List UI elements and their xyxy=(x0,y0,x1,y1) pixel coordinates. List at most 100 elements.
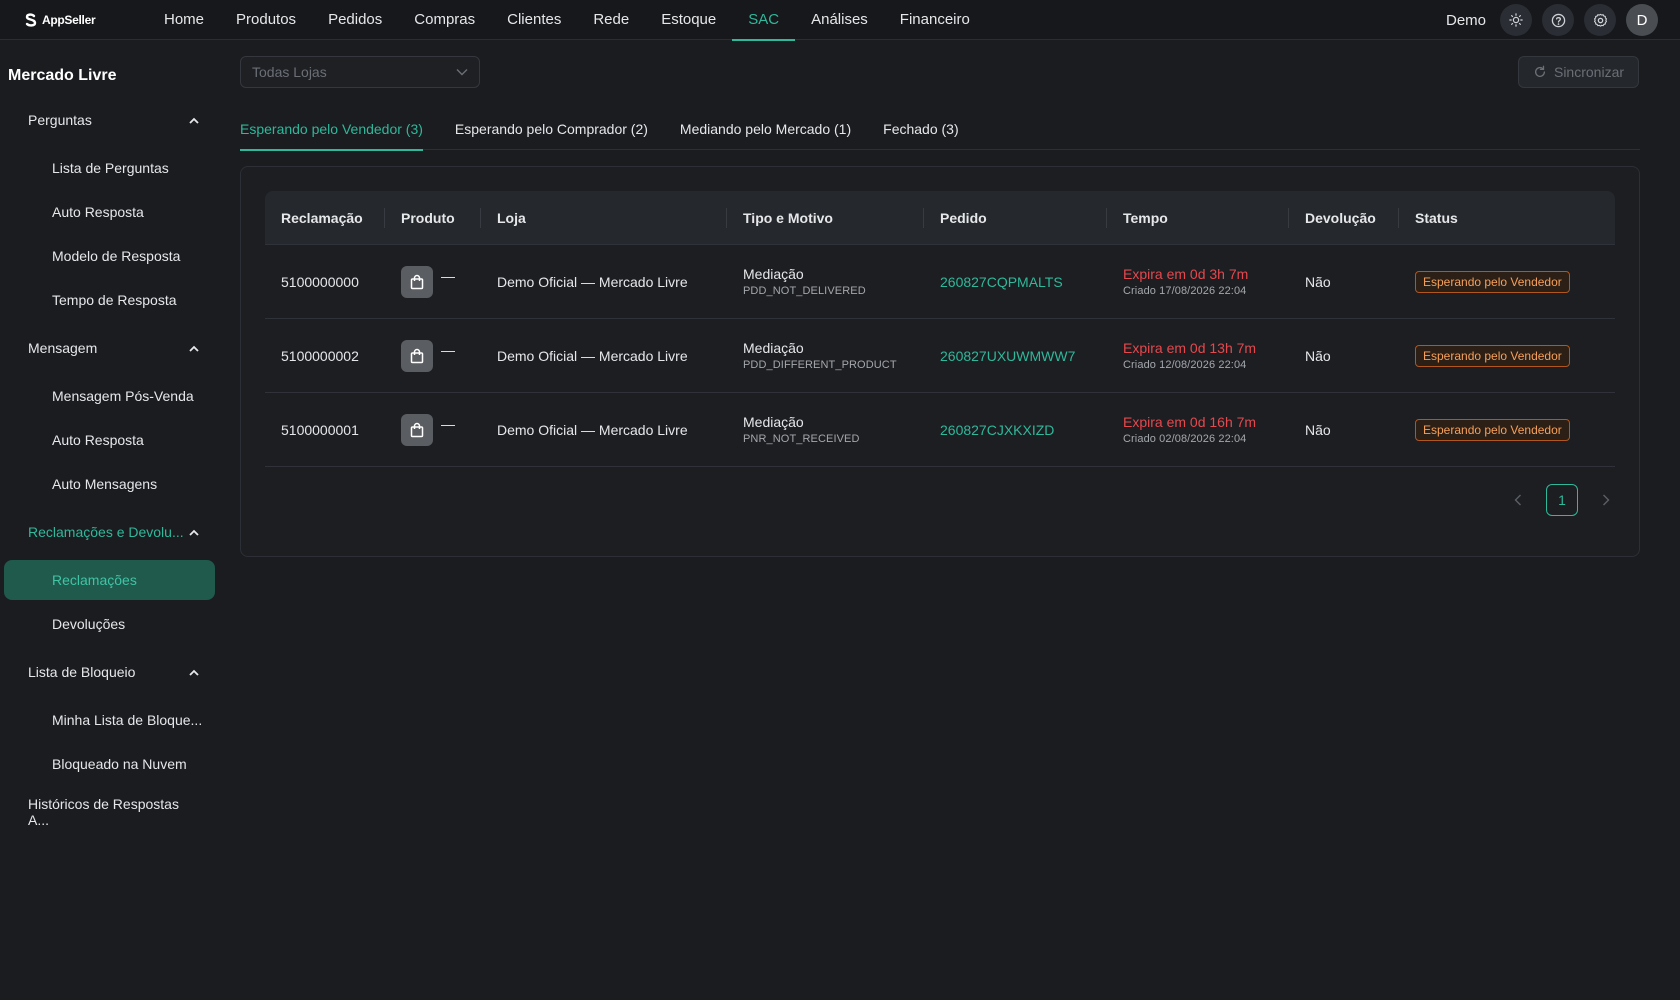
sidebar-item-mensagem-pos-venda[interactable]: Mensagem Pós-Venda xyxy=(52,381,194,411)
product-name: — xyxy=(441,415,455,432)
sidebar: Mercado Livre Perguntas Lista de Pergunt… xyxy=(0,40,224,1000)
sidebar-group-reclamacoes[interactable]: Reclamações e Devolu... xyxy=(28,517,200,547)
claim-type: Mediação xyxy=(743,414,804,430)
claim-id: 5100000001 xyxy=(281,421,359,438)
sidebar-item-minha-lista-de-bloqueio[interactable]: Minha Lista de Bloque... xyxy=(52,705,202,735)
column-header: Produto xyxy=(385,191,481,245)
order-link[interactable]: 260827CJXKXIZD xyxy=(940,422,1054,438)
sync-button-label: Sincronizar xyxy=(1553,64,1625,80)
page-number[interactable]: 1 xyxy=(1546,484,1578,516)
table-row[interactable]: 5100000002 — Demo Oficial — Mercado Livr… xyxy=(265,319,1615,393)
store-name: Demo Oficial — Mercado Livre xyxy=(497,273,688,290)
sidebar-item-auto-mensagens[interactable]: Auto Mensagens xyxy=(52,469,157,499)
order-cell: 260827CQPMALTS xyxy=(924,245,1107,319)
tab-mediando-mercado[interactable]: Mediando pelo Mercado (1) xyxy=(680,108,851,150)
help-icon xyxy=(1551,13,1565,27)
sidebar-item-auto-resposta-mensagem[interactable]: Auto Resposta xyxy=(52,425,144,455)
product-thumbnail[interactable] xyxy=(401,265,433,298)
sidebar-title: Mercado Livre xyxy=(8,67,117,84)
column-header: Reclamação xyxy=(265,191,385,245)
type-reason-cell: Mediação PNR_NOT_RECEIVED xyxy=(727,393,924,467)
expire-time: Expira em 0d 13h 7m xyxy=(1123,340,1257,356)
store-name: Demo Oficial — Mercado Livre xyxy=(497,421,688,438)
nav-clientes[interactable]: Clientes xyxy=(491,0,577,40)
nav-compras[interactable]: Compras xyxy=(398,0,491,40)
expire-time: Expira em 0d 3h 7m xyxy=(1123,266,1249,282)
chevron-right-icon xyxy=(1603,494,1610,506)
nav-analises[interactable]: Análises xyxy=(795,0,884,40)
product-cell: — xyxy=(385,245,481,319)
sidebar-item-reclamacoes[interactable]: Reclamações xyxy=(4,560,215,600)
sidebar-item-bloqueado-na-nuvem[interactable]: Bloqueado na Nuvem xyxy=(52,749,187,779)
table-row[interactable]: 5100000001 — Demo Oficial — Mercado Livr… xyxy=(265,393,1615,467)
settings-button[interactable] xyxy=(1584,4,1616,36)
sidebar-item-modelo-de-resposta[interactable]: Modelo de Resposta xyxy=(52,241,180,271)
order-link[interactable]: 260827UXUWMWW7 xyxy=(940,348,1075,364)
nav-estoque[interactable]: Estoque xyxy=(645,0,732,40)
nav-produtos[interactable]: Produtos xyxy=(220,0,312,40)
chevron-down-icon xyxy=(456,69,468,76)
created-date: Criado 17/08/2026 22:04 xyxy=(1123,285,1247,297)
nav-sac[interactable]: SAC xyxy=(732,0,795,41)
shopping-bag-icon xyxy=(410,274,424,289)
sidebar-group-perguntas[interactable]: Perguntas xyxy=(28,105,200,135)
order-cell: 260827UXUWMWW7 xyxy=(924,319,1107,393)
nav-financeiro[interactable]: Financeiro xyxy=(884,0,986,40)
sidebar-group-lista-de-bloqueio[interactable]: Lista de Bloqueio xyxy=(28,657,200,687)
order-cell: 260827CJXKXIZD xyxy=(924,393,1107,467)
chevron-up-icon xyxy=(188,526,200,538)
type-reason-cell: Mediação PDD_DIFFERENT_PRODUCT xyxy=(727,319,924,393)
status-cell: Esperando pelo Vendedor xyxy=(1399,245,1615,319)
product-thumbnail[interactable] xyxy=(401,413,433,446)
chevron-up-icon xyxy=(188,114,200,126)
store-name: Demo Oficial — Mercado Livre xyxy=(497,347,688,364)
status-tabs: Esperando pelo Vendedor (3) Esperando pe… xyxy=(240,108,1640,151)
sync-button[interactable]: Sincronizar xyxy=(1518,56,1639,88)
order-link[interactable]: 260827CQPMALTS xyxy=(940,274,1063,290)
status-cell: Esperando pelo Vendedor xyxy=(1399,319,1615,393)
avatar[interactable]: D xyxy=(1626,4,1658,36)
column-header: Pedido xyxy=(924,191,1107,245)
time-cell: Expira em 0d 3h 7m Criado 17/08/2026 22:… xyxy=(1107,245,1289,319)
sidebar-group-label: Reclamações e Devolu... xyxy=(28,524,184,540)
claim-reason: PNR_NOT_RECEIVED xyxy=(743,433,860,445)
nav-rede[interactable]: Rede xyxy=(577,0,645,40)
sidebar-item-historicos[interactable]: Históricos de Respostas A... xyxy=(28,796,200,828)
table-row[interactable]: 5100000000 — Demo Oficial — Mercado Livr… xyxy=(265,245,1615,319)
claim-reason: PDD_NOT_DELIVERED xyxy=(743,285,866,297)
status-cell: Esperando pelo Vendedor xyxy=(1399,393,1615,467)
prev-page-button[interactable] xyxy=(1506,484,1530,516)
next-page-button[interactable] xyxy=(1594,484,1618,516)
store-select[interactable]: Todas Lojas xyxy=(240,56,480,88)
status-badge: Esperando pelo Vendedor xyxy=(1415,270,1570,293)
claim-id: 5100000002 xyxy=(281,347,359,364)
claims-table: Reclamação Produto Loja Tipo e Motivo Pe… xyxy=(265,191,1615,467)
sidebar-item-lista-de-perguntas[interactable]: Lista de Perguntas xyxy=(52,153,169,183)
sidebar-group-label: Lista de Bloqueio xyxy=(28,664,136,680)
expire-time: Expira em 0d 16h 7m xyxy=(1123,414,1257,430)
chevron-up-icon xyxy=(188,666,200,678)
column-header: Tempo xyxy=(1107,191,1289,245)
main-nav: Home Produtos Pedidos Compras Clientes R… xyxy=(148,0,986,41)
table-header: Reclamação Produto Loja Tipo e Motivo Pe… xyxy=(265,191,1615,245)
sidebar-group-mensagem[interactable]: Mensagem xyxy=(28,333,200,363)
sidebar-item-devolucoes[interactable]: Devoluções xyxy=(52,609,125,639)
tab-esperando-comprador[interactable]: Esperando pelo Comprador (2) xyxy=(455,108,648,150)
tab-esperando-vendedor[interactable]: Esperando pelo Vendedor (3) xyxy=(240,108,423,151)
product-cell: — xyxy=(385,393,481,467)
return-value: Não xyxy=(1305,347,1331,364)
sidebar-item-auto-resposta[interactable]: Auto Resposta xyxy=(52,197,144,227)
product-thumbnail[interactable] xyxy=(401,339,433,372)
nav-home[interactable]: Home xyxy=(148,0,220,40)
type-reason-cell: Mediação PDD_NOT_DELIVERED xyxy=(727,245,924,319)
user-name[interactable]: Demo xyxy=(1446,12,1486,29)
claim-id: 5100000000 xyxy=(281,273,359,290)
return-value: Não xyxy=(1305,273,1331,290)
app-logo[interactable]: AppSeller xyxy=(24,13,138,27)
tab-fechado[interactable]: Fechado (3) xyxy=(883,108,958,150)
help-button[interactable] xyxy=(1542,4,1574,36)
sidebar-item-tempo-de-resposta[interactable]: Tempo de Resposta xyxy=(52,285,177,315)
nav-pedidos[interactable]: Pedidos xyxy=(312,0,398,40)
theme-toggle-button[interactable] xyxy=(1500,4,1532,36)
column-header: Devolução xyxy=(1289,191,1399,245)
